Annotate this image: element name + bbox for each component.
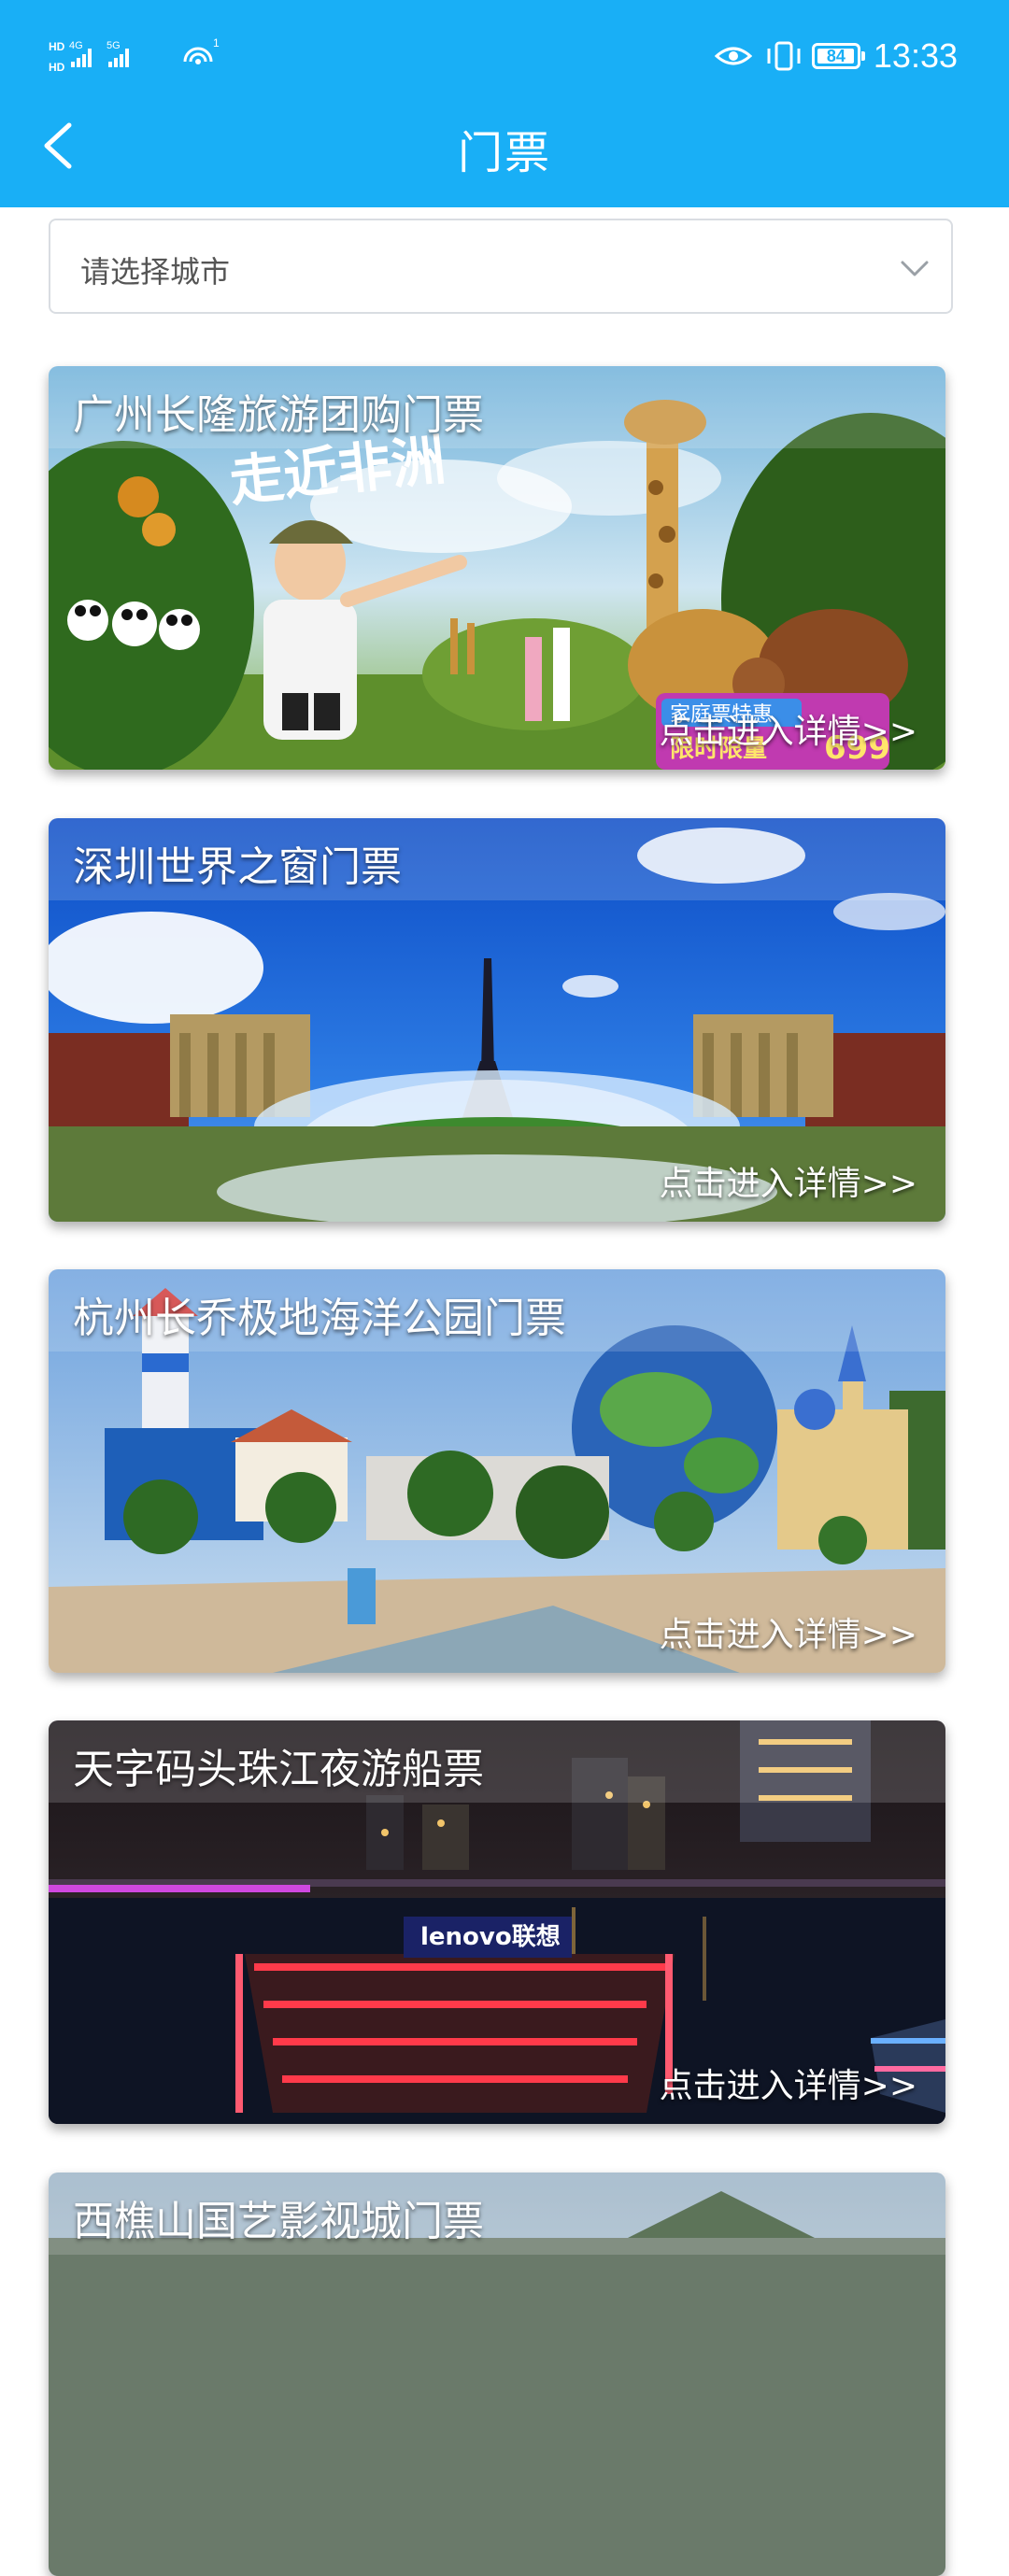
svg-text:1: 1	[213, 36, 220, 50]
ticket-title: 天字码头珠江夜游船票	[73, 1746, 484, 1793]
battery-icon: 84	[811, 43, 865, 69]
battery-percent: 84	[826, 47, 846, 65]
ticket-detail-link[interactable]: 点击进入详情>>	[660, 1607, 917, 1656]
status-bar-right: 84 13:33	[714, 34, 958, 78]
status-bar-left: HD HD 4G 5G 1	[49, 34, 222, 78]
ticket-card-pearl-river-cruise[interactable]: lenovo联想 天字码头珠江夜游船票 点击进入详情>>	[49, 1720, 945, 2124]
ticket-detail-link[interactable]: 点击进入详情>>	[660, 704, 917, 753]
city-select-placeholder: 请选择城市	[80, 254, 231, 290]
ticket-title: 西樵山国艺影视城门票	[73, 2198, 484, 2245]
svg-text:HD: HD	[49, 40, 65, 53]
ticket-card-window-of-world[interactable]: 深圳世界之窗门票 点击进入详情>>	[49, 818, 945, 1222]
ticket-card-polar-ocean-park[interactable]: 杭州长乔极地海洋公园门票 点击进入详情>>	[49, 1269, 945, 1673]
ticket-detail-link[interactable]: 点击进入详情>>	[660, 1156, 917, 1205]
app-header: HD HD 4G 5G 1 84 13:33 门票	[0, 0, 1009, 207]
city-select[interactable]: 请选择城市	[49, 219, 953, 314]
ticket-card-chimelong[interactable]: 走近非洲 家庭票特惠 限时限量 699 广州长隆旅游团购门票 点击进入详情>>	[49, 366, 945, 770]
ticket-card-xiqiao[interactable]: 西樵山国艺影视城门票	[49, 2173, 945, 2576]
svg-text:HD: HD	[49, 61, 65, 74]
boat-sign: lenovo联想	[420, 1923, 561, 1951]
ticket-title: 广州长隆旅游团购门票	[73, 391, 484, 439]
ticket-title: 深圳世界之窗门票	[73, 843, 402, 891]
status-time: 13:33	[873, 36, 958, 75]
svg-text:4G: 4G	[69, 40, 83, 51]
ticket-detail-link[interactable]: 点击进入详情>>	[660, 2059, 917, 2107]
ticket-title: 杭州长乔极地海洋公园门票	[73, 1295, 566, 1342]
hotspot-icon: 1	[183, 36, 220, 64]
chevron-down-icon	[901, 261, 929, 276]
eye-icon	[714, 47, 752, 65]
vibrate-icon	[767, 41, 801, 71]
page-title: 门票	[457, 127, 551, 179]
signal-icon: HD HD 4G 5G	[49, 40, 129, 74]
svg-text:5G: 5G	[107, 40, 121, 51]
